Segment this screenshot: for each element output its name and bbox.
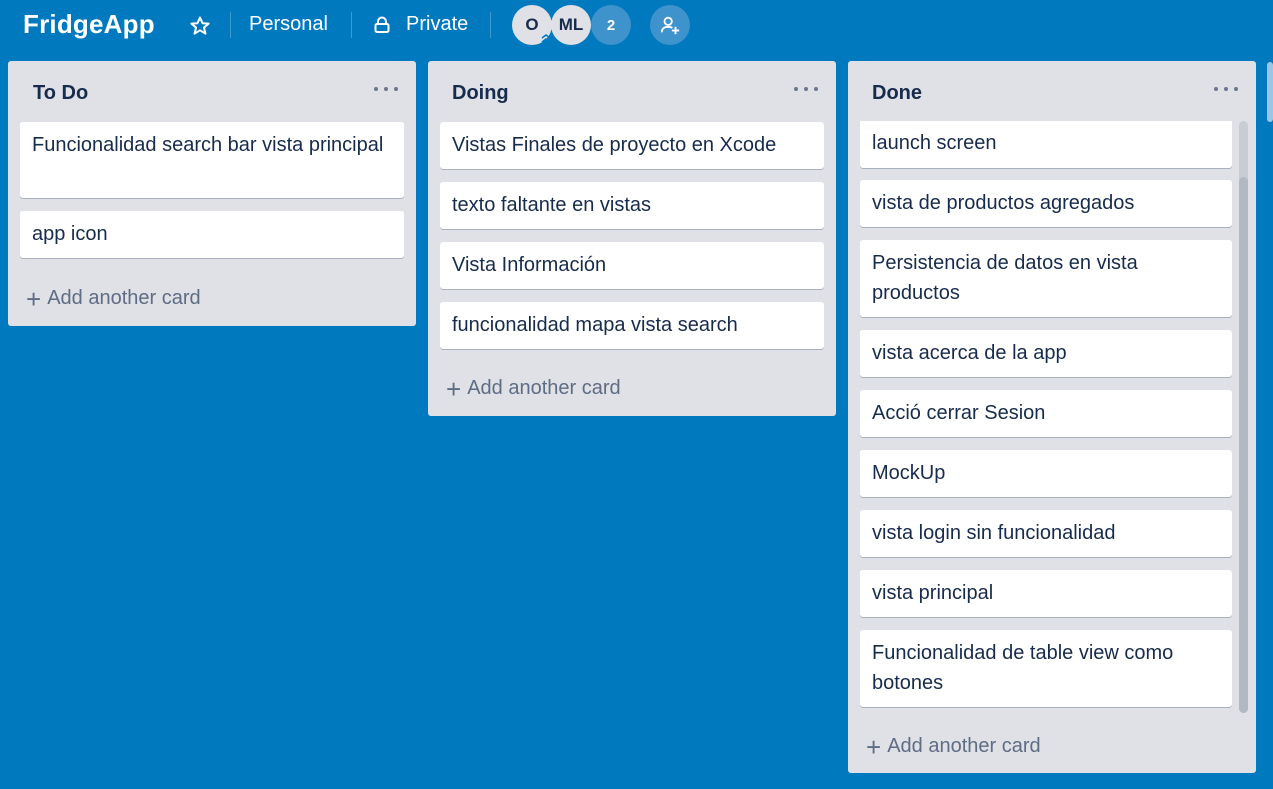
card[interactable]: Persistencia de datos en vista productos — [860, 240, 1232, 317]
add-card-button[interactable]: + Add another card — [446, 373, 621, 404]
admin-chevron-icon — [539, 32, 553, 46]
card[interactable]: Vistas Finales de proyecto en Xcode — [440, 122, 824, 169]
card[interactable]: vista principal — [860, 570, 1232, 617]
plus-icon: + — [26, 283, 42, 314]
header-divider — [490, 12, 491, 38]
list-doing: Doing Vistas Finales de proyecto en Xcod… — [428, 61, 836, 416]
card[interactable]: Vista Información — [440, 242, 824, 289]
visibility-button[interactable]: Private — [406, 13, 468, 36]
add-member-icon — [660, 16, 680, 35]
card[interactable]: vista de productos agregados — [860, 180, 1232, 227]
more-members-badge[interactable]: 2 — [591, 5, 631, 45]
card-list: launch screen vista de productos agregad… — [848, 121, 1256, 711]
board-header: FridgeApp Personal Private O ML 2 — [0, 0, 1273, 52]
list-menu-icon[interactable] — [374, 81, 398, 97]
list-title[interactable]: To Do — [33, 82, 88, 105]
list-title[interactable]: Doing — [452, 82, 509, 105]
card[interactable]: Acció cerrar Sesion — [860, 390, 1232, 437]
board-title[interactable]: FridgeApp — [23, 9, 155, 40]
card[interactable]: Funcionalidad de table view como botones — [860, 630, 1232, 707]
card[interactable]: vista acerca de la app — [860, 330, 1232, 377]
team-button[interactable]: Personal — [249, 13, 328, 36]
member-avatar[interactable]: ML — [551, 5, 591, 45]
card[interactable]: launch screen — [860, 121, 1232, 168]
card[interactable]: Funcionalidad search bar vista principal — [20, 122, 404, 198]
card[interactable]: funcionalidad mapa vista search — [440, 302, 824, 349]
list-done: Done launch screen vista de productos ag… — [848, 61, 1256, 773]
card[interactable]: MockUp — [860, 450, 1232, 497]
add-member-button[interactable] — [650, 5, 690, 45]
add-card-label: Add another card — [467, 377, 621, 399]
board-scrollbar[interactable] — [1267, 62, 1273, 122]
list-scrollbar-thumb[interactable] — [1239, 177, 1248, 713]
add-card-button[interactable]: + Add another card — [26, 283, 201, 314]
card[interactable]: texto faltante en vistas — [440, 182, 824, 229]
list-menu-icon[interactable] — [1214, 81, 1238, 97]
card[interactable]: vista login sin funcionalidad — [860, 510, 1232, 557]
add-card-button[interactable]: + Add another card — [866, 731, 1041, 762]
list-title[interactable]: Done — [872, 82, 922, 105]
plus-icon: + — [866, 731, 882, 762]
list-menu-icon[interactable] — [794, 81, 818, 97]
header-divider — [230, 12, 231, 38]
lock-icon — [372, 15, 392, 35]
star-icon[interactable] — [187, 13, 213, 39]
header-divider — [351, 12, 352, 38]
plus-icon: + — [446, 373, 462, 404]
add-card-label: Add another card — [47, 287, 201, 309]
card[interactable]: app icon — [20, 211, 404, 258]
list-to-do: To Do Funcionalidad search bar vista pri… — [8, 61, 416, 326]
add-card-label: Add another card — [887, 735, 1041, 757]
